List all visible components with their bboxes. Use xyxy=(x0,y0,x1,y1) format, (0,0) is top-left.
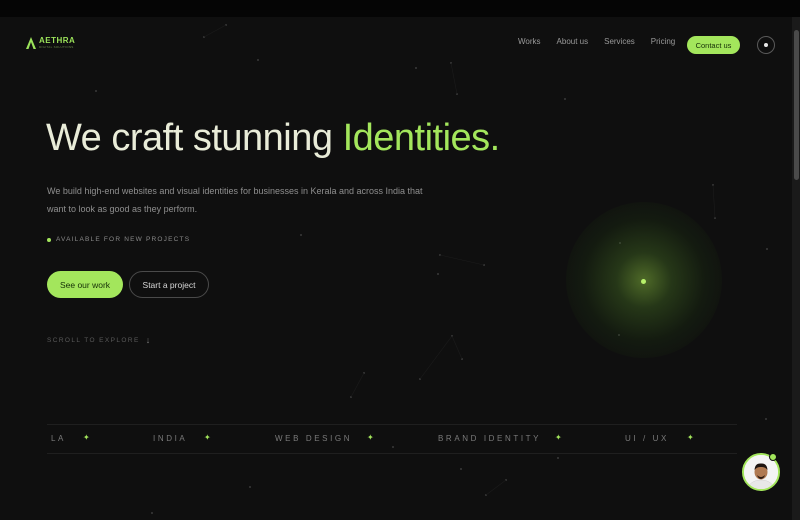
marquee-item: WEB DESIGN xyxy=(275,434,353,443)
sparkle-icon: ✦ xyxy=(204,433,211,442)
browser-top-bar xyxy=(0,0,800,17)
logo-wordmark: AETHRA DIGITAL SOLUTIONS xyxy=(39,36,76,50)
start-project-button[interactable]: Start a project xyxy=(129,271,209,298)
theme-toggle-button[interactable] xyxy=(757,36,775,54)
hero-title-accent: Identities. xyxy=(342,117,501,159)
sparkle-icon: ✦ xyxy=(367,433,374,442)
orb-center-dot xyxy=(641,279,646,284)
logo-mark-icon xyxy=(26,37,36,49)
hero-title-main: We craft stunning xyxy=(46,117,343,159)
marquee-item: LA xyxy=(51,434,66,443)
scroll-hint[interactable]: SCROLL TO EXPLORE ↓ xyxy=(47,335,152,345)
online-status-dot xyxy=(769,453,777,461)
scroll-hint-label: SCROLL TO EXPLORE xyxy=(47,336,140,344)
brand-tagline: DIGITAL SOLUTIONS xyxy=(39,45,74,49)
marquee-item: BRAND IDENTITY xyxy=(438,434,542,443)
services-marquee: LA ✦ INDIA ✦ WEB DESIGN ✦ BRAND IDENTITY… xyxy=(47,424,737,454)
availability-label: AVAILABLE FOR NEW PROJECTS xyxy=(56,236,191,243)
hero-title: We craft stunning Identities. xyxy=(46,117,500,160)
nav-link-works[interactable]: Works xyxy=(518,37,541,46)
nav-link-about[interactable]: About us xyxy=(557,37,589,46)
marquee-item: UI / UX xyxy=(625,434,669,443)
sparkle-icon: ✦ xyxy=(687,433,694,442)
sparkle-icon: ✦ xyxy=(555,433,562,442)
availability-status: AVAILABLE FOR NEW PROJECTS xyxy=(47,236,190,243)
main-nav: Works About us Services Pricing xyxy=(518,37,691,46)
contact-us-button[interactable]: Contact us xyxy=(687,36,740,54)
sparkle-icon: ✦ xyxy=(83,433,90,442)
scrollbar-thumb[interactable] xyxy=(794,30,799,180)
nav-link-pricing[interactable]: Pricing xyxy=(651,37,675,46)
brand-name: AETHRA xyxy=(39,36,76,45)
hero-description: We build high-end websites and visual id… xyxy=(47,186,423,214)
landing-page: AETHRA DIGITAL SOLUTIONS Works About us … xyxy=(0,17,792,520)
brand-logo[interactable]: AETHRA DIGITAL SOLUTIONS xyxy=(26,37,75,49)
marquee-item: INDIA xyxy=(153,434,188,443)
arrow-down-icon: ↓ xyxy=(145,335,152,345)
nav-link-services[interactable]: Services xyxy=(604,37,635,46)
see-our-work-button[interactable]: See our work xyxy=(47,271,123,298)
sun-icon xyxy=(764,43,768,47)
status-dot-icon xyxy=(47,237,51,242)
